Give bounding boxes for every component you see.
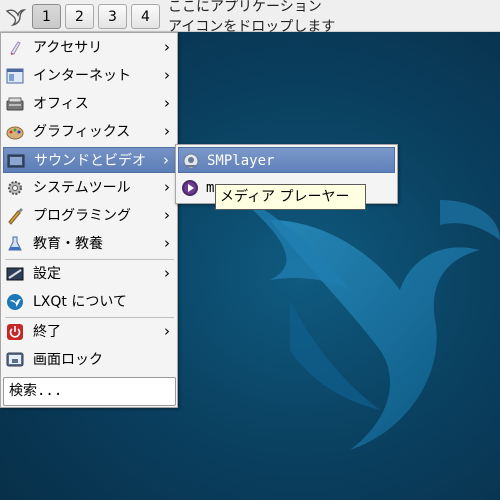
menu-item-label: 教育・教養 [33,236,103,252]
desktop-3-button[interactable]: 3 [98,4,127,29]
internet-icon [6,68,24,84]
menu-item-internet[interactable]: インターネット › [3,63,176,89]
submenu-arrow-icon: › [164,94,170,112]
submenu-arrow-icon: › [163,151,169,169]
menu-item-label: インターネット [33,68,131,84]
submenu-arrow-icon: › [164,206,170,224]
menu-item-graphics[interactable]: グラフィックス › [3,119,176,145]
education-icon [8,236,22,251]
menu-item-label: オフィス [33,96,89,112]
menu-item-label: アクセサリ [33,40,103,56]
menu-item-label: サウンドとビデオ [34,153,146,169]
quicklaunch-drop-hint: ここにアプリケーション アイコンをドロップします [168,0,336,35]
menu-item-settings[interactable]: 設定 › [3,261,176,287]
menu-item-label: プログラミング [33,208,131,224]
menu-item-sound-video[interactable]: サウンドとビデオ › [3,147,176,173]
menu-separator [5,317,174,318]
menu-separator [5,259,174,260]
lock-screen-icon [6,352,24,367]
mpv-icon [182,180,198,196]
sound-video-icon [7,154,25,168]
submenu-item-smplayer[interactable]: SMPlayer [178,147,395,173]
office-icon [6,97,24,111]
menu-item-label: 終了 [33,324,61,340]
menu-item-lock-screen[interactable]: 画面ロック [3,347,176,373]
submenu-arrow-icon: › [164,322,170,340]
submenu-arrow-icon: › [164,264,170,282]
menu-search-input[interactable]: 検索... [3,377,176,406]
menu-item-label: グラフィックス [33,124,131,140]
menu-item-label: LXQt について [33,294,127,310]
menu-item-accessories[interactable]: アクセサリ › [3,35,176,61]
menu-item-office[interactable]: オフィス › [3,91,176,117]
submenu-arrow-icon: › [164,178,170,196]
desktop-bird-logo [230,190,500,450]
top-panel: 1 2 3 4 ここにアプリケーション アイコンをドロップします [0,0,500,35]
menu-item-programming[interactable]: プログラミング › [3,203,176,229]
menu-item-about-lxqt[interactable]: LXQt について [3,289,176,315]
menu-item-label: システムツール [33,180,131,196]
system-tools-icon [8,181,22,195]
smplayer-icon [183,153,199,169]
accessories-icon [10,41,21,55]
leave-icon [7,324,23,340]
desktop-4-button[interactable]: 4 [131,4,160,29]
desktop-1-button[interactable]: 1 [32,4,61,29]
desktop-2-button[interactable]: 2 [65,4,94,29]
main-menu: アクセサリ › インターネット › オフィス › グラフィックス › サウンドと… [0,32,178,408]
menu-item-leave[interactable]: 終了 › [3,319,176,345]
lxqt-about-icon [7,294,23,310]
menu-item-system-tools[interactable]: システムツール › [3,175,176,201]
submenu-arrow-icon: › [164,122,170,140]
settings-icon [6,267,24,281]
main-menu-button[interactable] [2,3,28,29]
tooltip: メディア プレーヤー [215,184,366,210]
menu-item-label: 設定 [33,266,61,282]
menu-item-label: 画面ロック [33,352,103,368]
graphics-icon [6,126,24,140]
submenu-item-label: SMPlayer [207,153,275,169]
lxqt-logo-icon [5,9,26,27]
programming-icon [8,208,23,225]
submenu-arrow-icon: › [164,234,170,252]
menu-item-education[interactable]: 教育・教養 › [3,231,176,257]
submenu-arrow-icon: › [164,38,170,56]
submenu-arrow-icon: › [164,66,170,84]
